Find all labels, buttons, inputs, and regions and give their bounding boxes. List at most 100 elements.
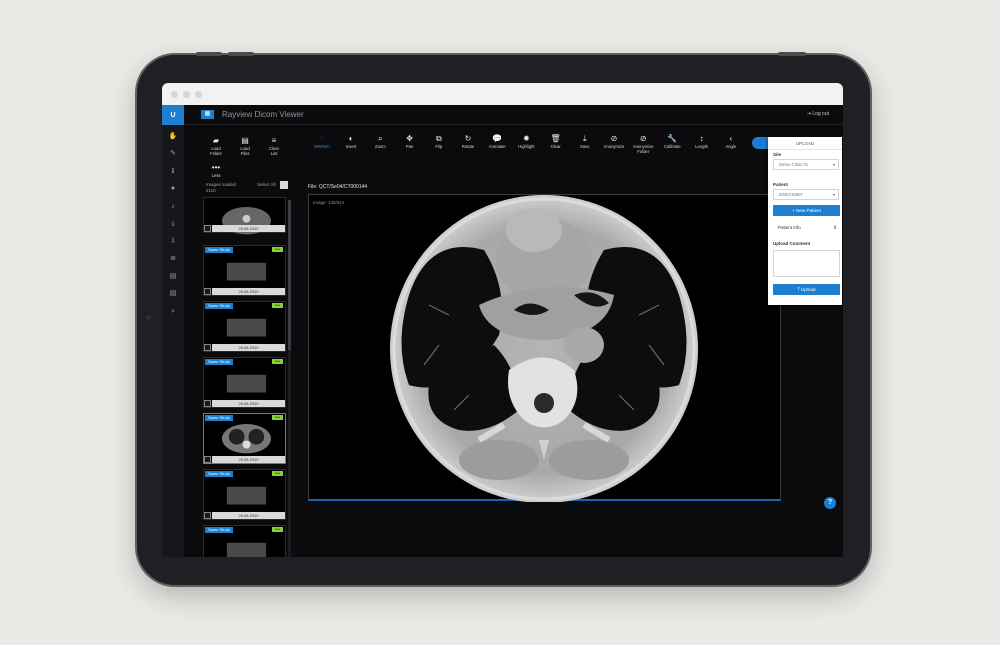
thumbnail-image (222, 423, 271, 454)
search-icon[interactable]: ⌕ (168, 307, 178, 317)
tool-rotate-button[interactable]: ↻ Rotate (454, 134, 482, 149)
hand-icon[interactable]: ✋ (168, 132, 178, 142)
thumbnail-image (226, 318, 267, 337)
book-icon[interactable]: ▤ (168, 272, 178, 282)
select-all-checkbox[interactable] (280, 181, 288, 189)
upload-comment-label: Upload Comment (773, 241, 811, 246)
upload-panel: UPLOAD Site Demo Clinic 01 ▾ Patient 004… (768, 137, 842, 305)
thumbnail-date: 20.08.2019 (212, 225, 285, 232)
thumbnail-checkbox[interactable] (204, 400, 211, 407)
tool-angle-label: Angle (725, 144, 737, 149)
tool-flip-button[interactable]: ⧉ Flip (425, 134, 453, 149)
app-logo[interactable]: U (162, 105, 184, 125)
thumbnail-tag: Same Study (205, 303, 233, 309)
window-minimize-dot[interactable] (183, 91, 190, 98)
patient-select[interactable]: 0040745507 ▾ (773, 189, 839, 200)
search-icon: ⌕ (378, 134, 383, 143)
thumbnail-checkbox[interactable] (204, 288, 211, 295)
bell-icon[interactable]: ♪ (168, 202, 178, 212)
thumbs-scrollbar-thumb[interactable] (288, 200, 291, 350)
select-all-label: Select All (257, 182, 276, 187)
thumbnail-checkbox[interactable] (204, 456, 211, 463)
caret-down-icon: ▾ (832, 192, 835, 197)
less-button[interactable]: ••• Less (202, 163, 230, 178)
grid-icon[interactable]: ▦ (201, 110, 214, 119)
patient-info-label[interactable]: Patient Info (778, 225, 801, 230)
tool-angle-button[interactable]: ‹ Angle (717, 134, 745, 149)
app-title: Rayview Dicom Viewer (222, 110, 304, 119)
tool-anonymize-folder-button[interactable]: ⊘ Anonymize Folder (629, 134, 657, 154)
user-icon[interactable]: 👤 (752, 137, 768, 149)
images-loaded: Images loaded: 2110 (206, 182, 237, 193)
ruler-icon: ↕ (699, 134, 704, 143)
tool-length-button[interactable]: ↕ Length (688, 134, 716, 149)
tool-rotate-label: Rotate (461, 144, 475, 149)
side-rail: U ✋ ✎ ℹ ● ♪ ⤓ ⇩ ≣ ▤ ▤ ⌕ (162, 105, 184, 557)
pencil-icon[interactable]: ✎ (168, 149, 178, 159)
thumbnail-checkbox[interactable] (204, 512, 211, 519)
upload-comment-field[interactable] (773, 250, 840, 277)
divider (768, 149, 842, 150)
tool-highlight-label: Highlight (518, 144, 535, 149)
app-header: ▦ Rayview Dicom Viewer ⇥ Log out (184, 105, 843, 125)
info-circle-icon[interactable]: ℹ (834, 225, 836, 231)
thumbnail-date: 20.08.2019 (212, 288, 285, 295)
window-maximize-dot[interactable] (195, 91, 202, 98)
book-icon[interactable]: ▤ (168, 289, 178, 299)
thumbnail-item[interactable]: 20.08.2019 (203, 197, 286, 235)
tool-pan-button[interactable]: ✥ Pan (396, 134, 424, 149)
flip-icon: ⧉ (435, 134, 442, 143)
site-select[interactable]: Demo Clinic 01 ▾ (773, 159, 839, 170)
user-group-icon[interactable]: ● (168, 184, 178, 194)
clear-list-button[interactable]: ≡ Clear List (260, 136, 288, 156)
thumbnail-item[interactable]: Same Study new 20.08.2019 (203, 301, 286, 352)
thumbnail-item[interactable]: Same Study new 20.08.2019 (203, 245, 286, 296)
tool-clear-label: Clear (550, 144, 561, 149)
thumbnail-item[interactable]: Same Study new 20.08.2019 (203, 413, 286, 464)
caret-down-icon: ▾ (832, 162, 835, 167)
upload-button[interactable]: ⤒ Upload (773, 284, 840, 295)
database-icon[interactable]: ≣ (168, 254, 178, 264)
thumbnail-date: 20.08.2019 (212, 512, 285, 519)
new-patient-button[interactable]: + New Patient (773, 205, 840, 216)
tool-save-label: Save (580, 144, 590, 149)
load-files-button[interactable]: ▤ Load Files (231, 136, 259, 156)
window-close-dot[interactable] (171, 91, 178, 98)
import-icon[interactable]: ⇩ (168, 237, 178, 247)
tool-annotate-button[interactable]: 💬 Annotate (483, 134, 511, 149)
info-icon[interactable]: ℹ (168, 167, 178, 177)
tool-save-button[interactable]: ⤓ Save (571, 134, 599, 149)
more-dots-icon: ••• (211, 163, 221, 172)
thumbnail-item[interactable]: Same Study new (203, 525, 286, 557)
thumbnail-tag: Same Study (205, 527, 233, 533)
save-icon: ⤓ (583, 134, 587, 143)
logout-link[interactable]: ⇥ Log out (807, 111, 829, 117)
question-icon[interactable]: ? (824, 497, 836, 509)
thumbnail-checkbox[interactable] (204, 344, 211, 351)
tool-ww-wc-label: WW/WC (313, 144, 331, 149)
thumbnail-item[interactable]: Same Study new 20.08.2019 (203, 469, 286, 520)
tool-zoom-button[interactable]: ⌕ Zoom (366, 134, 394, 149)
image-viewport[interactable]: Image: 145/614 (308, 194, 781, 502)
upload-title: UPLOAD (795, 141, 815, 146)
rotate-icon: ↻ (464, 134, 472, 143)
tool-anonymize-button[interactable]: ⊘ Anonymize (600, 134, 628, 149)
images-loaded-count: 2110 (206, 187, 216, 193)
volume-button (228, 52, 254, 56)
new-badge: new (272, 359, 283, 364)
file-icon: ▤ (241, 136, 249, 145)
sun-icon: ✹ (523, 134, 530, 143)
new-badge: new (272, 471, 283, 476)
download-icon[interactable]: ⤓ (168, 219, 178, 229)
tool-calibrate-button[interactable]: 🔧 Calibrate (658, 134, 686, 149)
tool-invert-button[interactable]: ◐ Invert (337, 134, 365, 149)
tool-highlight-button[interactable]: ✹ Highlight (512, 134, 540, 149)
tool-ww-wc-button[interactable]: ◌ WW/WC (308, 134, 336, 149)
tool-clear-button[interactable]: 🗑 Clear (542, 134, 570, 149)
ct-scan-image (390, 195, 698, 502)
app-screen: U ✋ ✎ ℹ ● ♪ ⤓ ⇩ ≣ ▤ ▤ ⌕ ▦ Rayview Dicom … (162, 105, 843, 557)
thumbnail-checkbox[interactable] (204, 225, 211, 232)
tool-zoom-label: Zoom (375, 144, 386, 149)
thumbnail-item[interactable]: Same Study new 20.08.2019 (203, 357, 286, 408)
load-folder-button[interactable]: ▰ Load Folder (202, 136, 230, 156)
